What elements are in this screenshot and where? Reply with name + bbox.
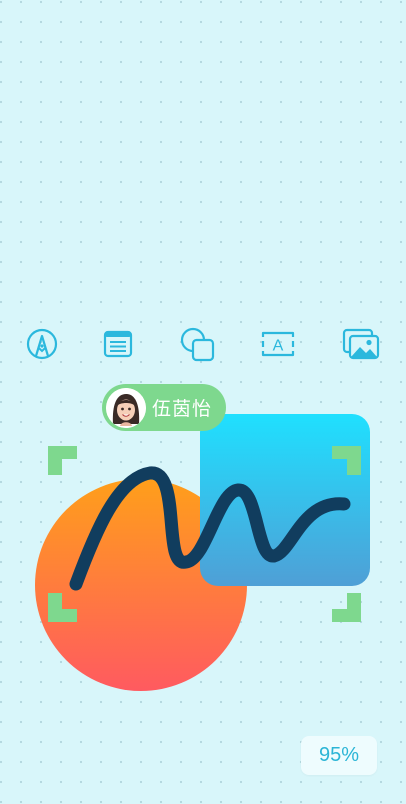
sticky-note-icon xyxy=(103,330,133,358)
collaborator-tag: 伍茵怡 xyxy=(102,384,227,431)
avatar xyxy=(106,387,146,428)
image-gallery-icon xyxy=(342,328,380,360)
zoom-level-button[interactable]: 95% xyxy=(301,736,377,775)
image-tool-button[interactable] xyxy=(339,322,383,366)
tool-bar: A xyxy=(0,322,406,366)
text-tool-glyph: A xyxy=(273,338,284,355)
collaborator-name: 伍茵怡 xyxy=(152,398,213,420)
pen-tool-button[interactable] xyxy=(20,322,64,366)
shapes-tool-button[interactable] xyxy=(175,322,219,366)
sticky-note-tool-button[interactable] xyxy=(96,322,140,366)
text-box-icon: A xyxy=(261,331,295,357)
pen-nib-icon xyxy=(26,328,58,360)
shapes-icon xyxy=(180,327,215,362)
text-tool-button[interactable]: A xyxy=(256,322,300,366)
memoji-avatar-icon xyxy=(106,387,146,428)
